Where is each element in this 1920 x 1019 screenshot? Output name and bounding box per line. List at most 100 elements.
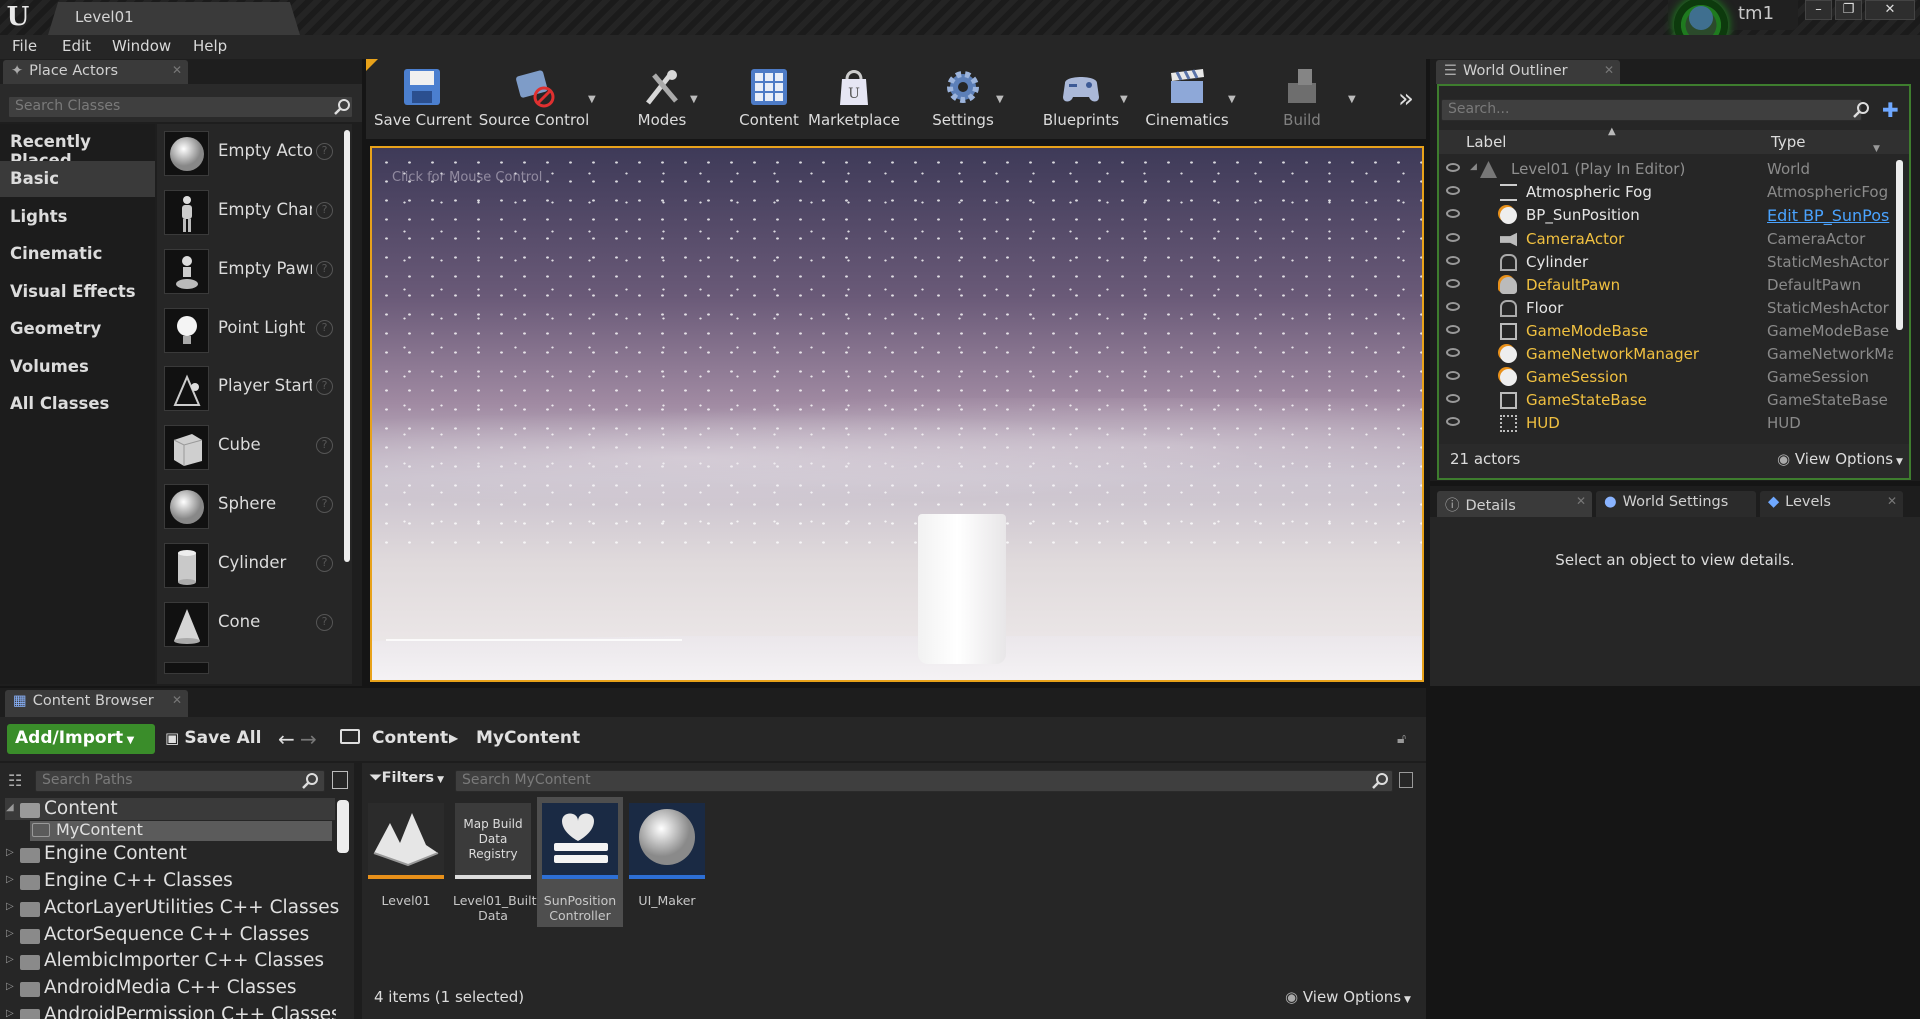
close-window-button[interactable]: ✕: [1865, 0, 1915, 20]
eye-icon[interactable]: [1446, 302, 1460, 311]
add-actor-icon[interactable]: ✚: [1882, 98, 1904, 122]
modes-dropdown-icon[interactable]: ▼: [690, 94, 698, 105]
outliner-row-cylinder[interactable]: Cylinder StaticMeshActor: [1437, 251, 1893, 274]
breadcrumb-content[interactable]: Content: [372, 728, 448, 748]
actor-item-cone[interactable]: Cone ?: [162, 598, 342, 654]
modes-button[interactable]: Modes: [626, 59, 698, 137]
outliner-row-gamesession[interactable]: GameSession GameSession: [1437, 366, 1893, 389]
save-current-button[interactable]: Save Current: [374, 59, 472, 137]
expand-arrow-icon[interactable]: ▷: [6, 874, 14, 885]
tree-item-alembicimporter[interactable]: ▷ AlembicImporter C++ Classes: [6, 949, 336, 975]
tree-item-androidmedia[interactable]: ▷ AndroidMedia C++ Classes: [6, 976, 336, 1002]
category-volumes[interactable]: Volumes: [0, 349, 155, 385]
source-control-dropdown-icon[interactable]: ▼: [588, 94, 596, 105]
tree-item-actorsequence[interactable]: ▷ ActorSequence C++ Classes: [6, 923, 336, 949]
actor-item-sphere[interactable]: Sphere ?: [162, 480, 342, 536]
eye-icon[interactable]: [1446, 394, 1460, 403]
outliner-row-gamestatebase[interactable]: GameStateBase GameStateBase: [1437, 389, 1893, 412]
breadcrumb-separator-icon[interactable]: ▶: [449, 731, 458, 745]
forward-arrow-icon[interactable]: →: [300, 727, 317, 751]
category-cinematic[interactable]: Cinematic: [0, 236, 155, 272]
actor-item-player-start[interactable]: Player Start ?: [162, 362, 342, 418]
outliner-view-options[interactable]: ◉ View Options ▼: [1777, 450, 1903, 468]
maximize-button[interactable]: ❐: [1835, 0, 1862, 20]
help-icon[interactable]: ?: [316, 496, 333, 513]
category-visual-effects[interactable]: Visual Effects: [0, 274, 155, 310]
eye-icon[interactable]: [1446, 186, 1460, 195]
category-geometry[interactable]: Geometry: [0, 311, 155, 347]
help-icon[interactable]: ?: [316, 261, 333, 278]
eye-icon[interactable]: [1446, 163, 1460, 172]
content-view-options[interactable]: ◉ View Options ▼: [1285, 988, 1411, 1006]
source-control-button[interactable]: Source Control: [476, 59, 592, 137]
actor-item-point-light[interactable]: Point Light ?: [162, 304, 342, 360]
cinematics-dropdown-icon[interactable]: ▼: [1228, 94, 1236, 105]
sources-scrollbar[interactable]: [337, 800, 349, 853]
breadcrumb-mycontent[interactable]: MyContent: [476, 728, 580, 748]
expand-arrow-icon[interactable]: ▷: [6, 1008, 14, 1019]
actor-item-cylinder[interactable]: Cylinder ?: [162, 539, 342, 595]
expand-arrow-icon[interactable]: ◢: [1470, 162, 1477, 172]
close-tab-icon[interactable]: ✕: [1576, 494, 1586, 508]
tree-item-engine-cpp-classes[interactable]: ▷ Engine C++ Classes: [6, 869, 336, 895]
menu-window[interactable]: Window: [112, 37, 171, 55]
lock-icon[interactable]: 🔓︎: [1397, 731, 1406, 747]
settings-button[interactable]: Settings: [922, 59, 1004, 137]
asset-level01[interactable]: Level01: [366, 800, 446, 908]
actor-item-empty-pawn[interactable]: Empty Pawı ?: [162, 245, 342, 301]
outliner-row-defaultpawn[interactable]: DefaultPawn DefaultPawn: [1437, 274, 1893, 297]
back-arrow-icon[interactable]: ←: [278, 727, 295, 751]
sources-toggle-icon[interactable]: ☷: [8, 771, 22, 790]
column-type-header[interactable]: Type: [1771, 133, 1805, 151]
eye-icon[interactable]: [1446, 233, 1460, 242]
tab-content-browser[interactable]: ▦ Content Browser ✕: [5, 690, 188, 717]
close-tab-icon[interactable]: ✕: [1887, 494, 1897, 508]
category-recently-placed[interactable]: Recently Placed: [0, 124, 155, 170]
help-icon[interactable]: ?: [316, 202, 333, 219]
tab-world-settings[interactable]: ● World Settings: [1596, 491, 1756, 517]
asset-level01-builtdata[interactable]: Map Build Data Registry Level01_Built Da…: [453, 800, 537, 923]
menu-edit[interactable]: Edit: [62, 37, 91, 55]
save-search-icon[interactable]: [1399, 772, 1413, 788]
help-icon[interactable]: ?: [316, 614, 333, 631]
outliner-row-gamenetworkmanager[interactable]: GameNetworkManager GameNetworkMar: [1437, 343, 1893, 366]
help-icon[interactable]: ?: [316, 143, 333, 160]
actor-item-empty-character[interactable]: Empty Char ?: [162, 186, 342, 242]
actor-list-scrollbar[interactable]: [344, 130, 350, 562]
category-basic[interactable]: Basic: [0, 161, 155, 197]
search-paths-input[interactable]: Search Paths: [35, 770, 325, 792]
build-dropdown-icon[interactable]: ▼: [1348, 94, 1356, 105]
eye-icon[interactable]: [1446, 371, 1460, 380]
tree-item-engine-content[interactable]: ▷ Engine Content: [6, 842, 336, 868]
asset-sunposition-controller[interactable]: SunPosition Controller: [540, 800, 620, 923]
outliner-row-gamemodebase[interactable]: GameModeBase GameModeBase: [1437, 320, 1893, 343]
outliner-row-cameraactor[interactable]: CameraActor CameraActor: [1437, 228, 1893, 251]
tab-levels[interactable]: ◆ Levels ✕: [1760, 491, 1903, 517]
level-tab[interactable]: Level01: [48, 2, 300, 35]
cinematics-button[interactable]: Cinematics: [1142, 59, 1232, 137]
menu-file[interactable]: File: [12, 37, 37, 55]
eye-icon[interactable]: [1446, 348, 1460, 357]
eye-icon[interactable]: [1446, 325, 1460, 334]
eye-icon[interactable]: [1446, 209, 1460, 218]
outliner-row-level01[interactable]: ◢ Level01 (Play In Editor) World: [1437, 158, 1893, 181]
settings-dropdown-icon[interactable]: ▼: [996, 94, 1004, 105]
help-icon[interactable]: ?: [316, 437, 333, 454]
eye-icon[interactable]: [1446, 256, 1460, 265]
asset-ui-maker[interactable]: UI_Maker: [627, 800, 707, 908]
search-classes-input[interactable]: Search Classes: [8, 96, 353, 118]
help-icon[interactable]: ?: [316, 555, 333, 572]
outliner-scrollbar[interactable]: [1896, 160, 1903, 330]
column-label-header[interactable]: Label: [1466, 133, 1506, 151]
outliner-row-floor[interactable]: Floor StaticMeshActor: [1437, 297, 1893, 320]
expand-arrow-icon[interactable]: ▷: [6, 954, 14, 965]
close-tab-icon[interactable]: ✕: [172, 63, 182, 77]
toolbar-overflow-icon[interactable]: »: [1398, 84, 1414, 114]
minimize-button[interactable]: –: [1805, 0, 1832, 20]
save-all-button[interactable]: ▣ Save All: [165, 728, 261, 748]
expand-arrow-icon[interactable]: ▷: [6, 928, 14, 939]
search-mycontent-input[interactable]: Search MyContent: [455, 770, 1393, 792]
outliner-search-input[interactable]: Search...: [1441, 99, 1862, 121]
marketplace-button[interactable]: U Marketplace: [808, 59, 900, 137]
outliner-row-hud[interactable]: HUD HUD: [1437, 412, 1893, 435]
